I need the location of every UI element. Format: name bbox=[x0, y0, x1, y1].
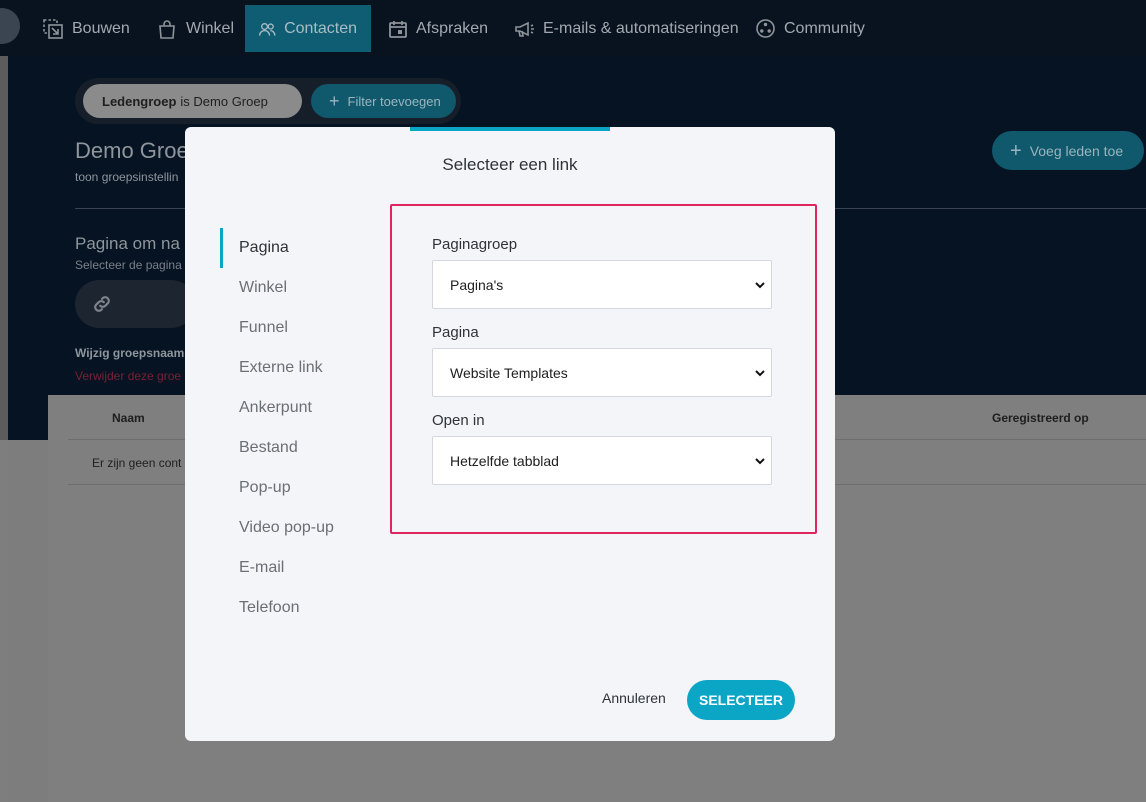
modal-title: Selecteer een link bbox=[442, 155, 578, 174]
redirect-page-title: Pagina om na bbox=[75, 234, 180, 253]
tab-pop-up[interactable]: Pop-up bbox=[220, 468, 360, 508]
left-sidebar-strip bbox=[0, 56, 8, 440]
open-in-value: Hetzelfde tabblad bbox=[450, 452, 559, 469]
add-members-button[interactable]: + Voeg leden toe bbox=[992, 131, 1144, 170]
community-icon bbox=[756, 19, 775, 38]
modal-accent-bar bbox=[410, 127, 610, 131]
redirect-page-subtitle: Selecteer de pagina bbox=[75, 258, 182, 272]
build-icon bbox=[43, 18, 63, 39]
delete-group-link[interactable]: Verwijder deze groe bbox=[75, 369, 181, 383]
page-select[interactable]: Website Templates bbox=[432, 348, 772, 397]
tab-funnel[interactable]: Funnel bbox=[220, 308, 360, 348]
group-settings-link[interactable]: toon groepsinstellin bbox=[75, 170, 178, 184]
nav-item-afspraken[interactable]: Afspraken bbox=[388, 5, 488, 52]
nav-item-label: Afspraken bbox=[416, 19, 489, 37]
tab-e-mail[interactable]: E-mail bbox=[220, 548, 360, 588]
group-title: Demo Groe bbox=[75, 138, 189, 163]
tab-externe-link[interactable]: Externe link bbox=[220, 348, 360, 388]
tab-telefoon[interactable]: Telefoon bbox=[220, 588, 360, 628]
nav-item-label: Winkel bbox=[186, 19, 235, 37]
add-filter-label: Filter toevoegen bbox=[347, 93, 441, 109]
add-filter-button[interactable]: + Filter toevoegen bbox=[311, 84, 456, 118]
tab-bestand[interactable]: Bestand bbox=[220, 428, 360, 468]
add-members-label: Voeg leden toe bbox=[1029, 142, 1124, 159]
page-group-select[interactable]: Pagina's bbox=[432, 260, 772, 309]
nav-item-winkel[interactable]: Winkel bbox=[156, 5, 234, 52]
open-in-select[interactable]: Hetzelfde tabblad bbox=[432, 436, 772, 485]
tab-pagina[interactable]: Pagina bbox=[220, 228, 360, 268]
nav-item-contacten[interactable]: Contacten bbox=[245, 5, 371, 52]
chevron-down-icon bbox=[755, 458, 765, 465]
filter-chip-key: Ledengroep bbox=[102, 93, 177, 109]
column-header-name[interactable]: Naam bbox=[112, 411, 145, 425]
tab-winkel[interactable]: Winkel bbox=[220, 268, 360, 308]
megaphone-icon bbox=[515, 21, 534, 37]
nav-item-label: Community bbox=[784, 19, 865, 37]
chevron-down-icon bbox=[755, 282, 765, 289]
nav-item-label: Contacten bbox=[284, 19, 357, 37]
plus-icon: + bbox=[1010, 139, 1022, 162]
shopping-bag-icon bbox=[159, 19, 175, 39]
calendar-icon bbox=[389, 20, 407, 38]
top-navigation: Bouwen Winkel Contacten Afspraken E-mail… bbox=[0, 0, 1146, 56]
page-value: Website Templates bbox=[450, 364, 568, 381]
table-empty-message: Er zijn geen cont bbox=[92, 456, 182, 470]
tab-video-pop-up[interactable]: Video pop-up bbox=[220, 508, 360, 548]
page-label: Pagina bbox=[432, 324, 479, 341]
link-options-panel: Paginagroep Pagina's Pagina Website Temp… bbox=[390, 204, 817, 534]
nav-item-label: Bouwen bbox=[72, 19, 130, 37]
open-in-label: Open in bbox=[432, 412, 485, 429]
filter-chip[interactable]: Ledengroep is Demo Groep bbox=[83, 84, 302, 118]
plus-icon: + bbox=[329, 91, 340, 111]
page-group-value: Pagina's bbox=[450, 276, 504, 293]
rename-group-link[interactable]: Wijzig groepsnaam bbox=[75, 346, 184, 360]
select-link-modal: Selecteer een link Pagina Winkel Funnel … bbox=[185, 127, 835, 741]
contacts-icon bbox=[258, 22, 276, 36]
nav-item-label: E-mails & automatiseringen bbox=[543, 19, 739, 37]
link-icon bbox=[94, 296, 110, 312]
chevron-down-icon bbox=[755, 370, 765, 377]
select-button[interactable]: SELECTEER bbox=[687, 680, 795, 720]
link-picker-field[interactable] bbox=[75, 280, 195, 328]
nav-item-emails[interactable]: E-mails & automatiseringen bbox=[513, 5, 739, 52]
page-group-label: Paginagroep bbox=[432, 236, 518, 253]
nav-item-bouwen[interactable]: Bouwen bbox=[42, 5, 130, 52]
nav-item-community[interactable]: Community bbox=[755, 5, 865, 52]
avatar[interactable] bbox=[0, 8, 20, 44]
filter-chip-value: is Demo Groep bbox=[180, 93, 268, 109]
tab-ankerpunt[interactable]: Ankerpunt bbox=[220, 388, 360, 428]
cancel-button[interactable]: Annuleren bbox=[602, 690, 666, 706]
column-header-registered[interactable]: Geregistreerd op bbox=[992, 411, 1089, 425]
